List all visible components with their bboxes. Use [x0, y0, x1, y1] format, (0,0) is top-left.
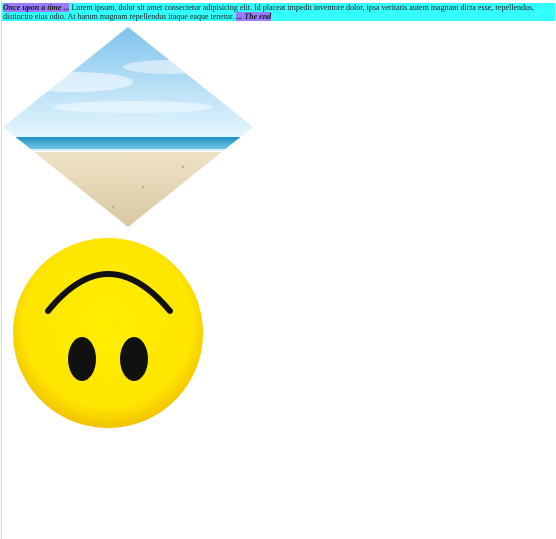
upside-down-smiley-icon [10, 235, 206, 431]
story-end: ... The end [236, 12, 272, 21]
left-border [1, 0, 2, 539]
story-start: Once upon a time ... [3, 3, 70, 12]
story-paragraph: Once upon a time ... Lorem ipsum, dolor … [2, 3, 555, 21]
beach-image [3, 27, 253, 227]
page: Once upon a time ... Lorem ipsum, dolor … [0, 0, 556, 539]
